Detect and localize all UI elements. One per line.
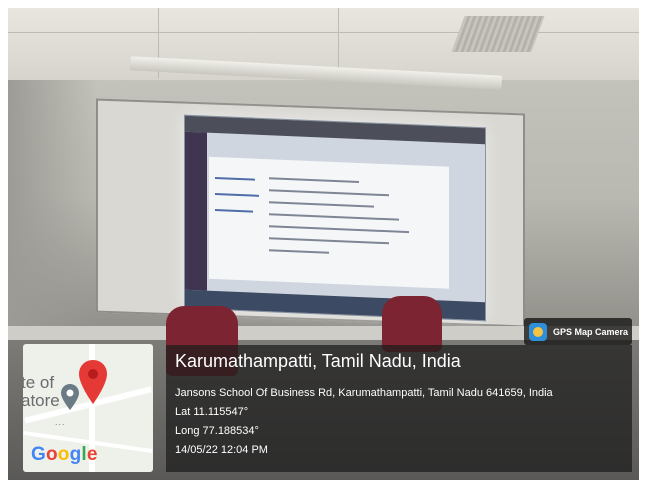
map-place-text: atore [23, 391, 60, 410]
gps-map-camera-icon [529, 322, 547, 341]
wall-shadow [8, 80, 98, 340]
gray-location-pin-icon [61, 384, 79, 410]
projected-sidebar [185, 131, 207, 291]
chair [382, 296, 442, 352]
google-attribution-text: Google [31, 444, 98, 465]
location-datetime: 14/05/22 12:04 PM [175, 444, 268, 456]
projected-document [209, 156, 449, 289]
ceiling-vent [451, 16, 545, 52]
location-title: Karumathampatti, Tamil Nadu, India [175, 351, 461, 371]
map-dots: ... [55, 417, 66, 427]
projection-screen [184, 114, 486, 322]
ceiling-tile-line [8, 32, 639, 33]
map-place-text: te of [23, 373, 55, 392]
red-location-pin-icon [79, 360, 107, 404]
photo-frame: GPS Map Camera Karumathampatti, Tamil Na… [0, 0, 647, 484]
map-thumbnail: te of atore ... Google [23, 344, 153, 472]
location-longitude: Long 77.188534° [175, 425, 259, 437]
google-attribution: Google [31, 444, 98, 466]
location-latitude: Lat 11.115547° [175, 406, 249, 418]
location-info-panel: Karumathampatti, Tamil Nadu, India Janso… [166, 345, 632, 472]
gps-map-camera-badge: GPS Map Camera [524, 318, 632, 345]
location-address: Jansons School Of Business Rd, Karumatha… [175, 387, 553, 399]
camera-badge-label: GPS Map Camera [553, 326, 629, 337]
